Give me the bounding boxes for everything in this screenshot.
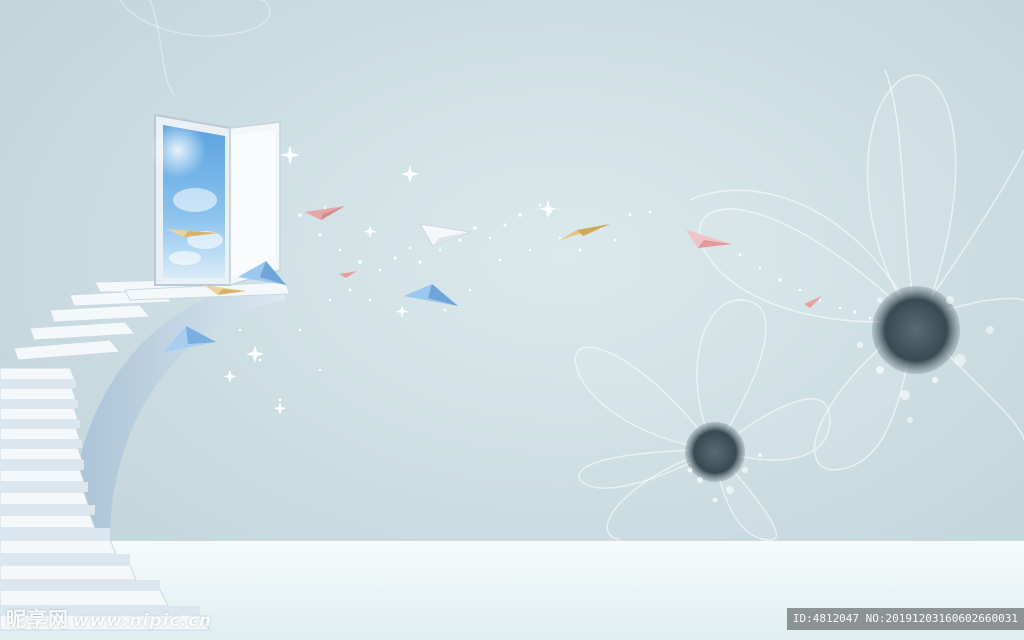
open-door — [150, 113, 281, 287]
site-watermark: 昵享网 www.nipic.cn — [6, 603, 212, 632]
site-url: www.nipic.cn — [73, 611, 213, 631]
flower-small-center — [685, 422, 745, 482]
wallpaper-scene: 昵享网 www.nipic.cn ID:4812047 NO:2019120316… — [0, 0, 1024, 640]
site-logo-text: 昵享网 — [6, 607, 69, 631]
image-id-watermark: ID:4812047 NO:20191203160602660031 — [786, 608, 1024, 630]
scene-artwork — [0, 0, 1024, 640]
